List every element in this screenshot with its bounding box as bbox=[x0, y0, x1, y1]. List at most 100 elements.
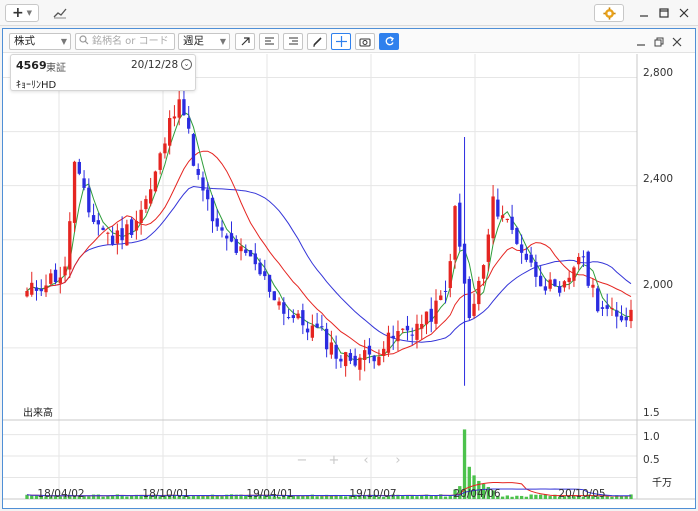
maximize-window-button[interactable] bbox=[655, 4, 673, 22]
symbol-code: 4569 bbox=[16, 59, 47, 72]
market-select[interactable]: 株式 ▼ bbox=[9, 33, 71, 50]
trendline-tool-button[interactable] bbox=[235, 33, 255, 50]
volume-unit-label: 千万 bbox=[652, 478, 672, 489]
draw-tool-button[interactable] bbox=[307, 33, 327, 50]
date-tick-label: 20/10/05 bbox=[558, 488, 606, 500]
candle-body bbox=[619, 315, 624, 321]
candle-body bbox=[353, 355, 357, 366]
candle-body bbox=[191, 134, 196, 166]
candle-body bbox=[577, 256, 581, 265]
period-select[interactable]: 週足 ▼ bbox=[178, 33, 230, 50]
candle-body bbox=[44, 285, 48, 293]
volume-tick-label: 1.0 bbox=[643, 431, 660, 443]
settings-button[interactable] bbox=[594, 4, 624, 22]
candle-body bbox=[505, 218, 510, 220]
candle-body bbox=[363, 350, 367, 360]
candle-body bbox=[96, 220, 101, 225]
candlesticks bbox=[25, 72, 633, 386]
volume-bar bbox=[629, 494, 633, 499]
align-left-tool-button[interactable] bbox=[259, 33, 279, 50]
candle-body bbox=[77, 161, 81, 174]
symbol-exchange: 東証 bbox=[46, 63, 66, 74]
candle-body bbox=[305, 328, 310, 333]
chevron-down-icon: ▼ bbox=[60, 37, 67, 46]
align-right-tool-button[interactable] bbox=[283, 33, 303, 50]
panel-minimize-button[interactable] bbox=[634, 35, 648, 49]
candle-body bbox=[458, 202, 462, 247]
candle-body bbox=[272, 291, 276, 301]
symbol-search-input[interactable]: 銘柄名 or コード bbox=[75, 33, 175, 50]
candle-body bbox=[629, 309, 633, 322]
candle-body bbox=[334, 344, 338, 359]
candle-body bbox=[372, 355, 376, 362]
screenshot-button[interactable] bbox=[355, 33, 375, 50]
candle-body bbox=[30, 282, 34, 295]
align-right-icon bbox=[288, 37, 298, 45]
volume-bar bbox=[320, 496, 324, 499]
candle-body bbox=[282, 302, 286, 314]
candle-body bbox=[329, 342, 334, 355]
candle-body bbox=[144, 199, 148, 210]
scroll-right-button[interactable]: › bbox=[390, 453, 406, 469]
crosshair-tool-button[interactable] bbox=[331, 33, 351, 50]
ma-long-line bbox=[26, 185, 632, 343]
candle-body bbox=[315, 323, 319, 328]
price-chart[interactable] bbox=[3, 54, 695, 509]
chevron-down-icon: ▼ bbox=[219, 37, 226, 46]
volume-bar bbox=[529, 494, 533, 499]
zoom-in-button[interactable]: + bbox=[326, 453, 342, 469]
candle-body bbox=[39, 288, 43, 292]
candle-body bbox=[72, 161, 77, 223]
chart-line-icon[interactable] bbox=[50, 4, 70, 22]
candle-body bbox=[324, 328, 329, 350]
panel-close-button[interactable] bbox=[670, 35, 684, 49]
candle-body bbox=[229, 233, 234, 242]
volume-bar bbox=[534, 494, 538, 499]
chevron-down-icon: ▼ bbox=[26, 9, 33, 17]
candle-body bbox=[163, 143, 167, 154]
close-window-button[interactable] bbox=[675, 4, 693, 22]
search-placeholder: 銘柄名 or コード bbox=[92, 36, 169, 47]
candle-body bbox=[477, 280, 481, 305]
camera-icon bbox=[359, 38, 371, 46]
candle-body bbox=[101, 227, 105, 230]
candle-body bbox=[25, 291, 29, 297]
candle-body bbox=[182, 99, 186, 116]
candle-body bbox=[87, 187, 91, 213]
candle-body bbox=[557, 286, 562, 293]
candle-body bbox=[49, 273, 53, 284]
candle-body bbox=[562, 281, 567, 288]
candle-body bbox=[129, 219, 134, 235]
volume-bar bbox=[519, 495, 524, 499]
volume-bar bbox=[538, 494, 543, 499]
period-select-value: 週足 bbox=[183, 35, 204, 47]
candle-body bbox=[220, 227, 224, 231]
candle-body bbox=[467, 278, 471, 318]
candle-body bbox=[53, 269, 58, 283]
refresh-icon bbox=[385, 36, 394, 46]
panel-restore-button[interactable] bbox=[652, 35, 666, 49]
price-tick-label: 2,000 bbox=[643, 279, 674, 291]
volume-pane-label: 出来高 bbox=[23, 408, 53, 419]
refresh-button[interactable] bbox=[379, 33, 399, 50]
volume-bar bbox=[524, 496, 529, 499]
chevron-down-icon[interactable]: ⌄ bbox=[181, 59, 192, 70]
candle-body bbox=[424, 311, 429, 325]
candle-body bbox=[177, 99, 181, 118]
volume-bar bbox=[515, 495, 519, 499]
minimize-window-button[interactable] bbox=[635, 4, 653, 22]
candle-body bbox=[320, 326, 324, 328]
candle-body bbox=[610, 308, 614, 310]
add-chart-button[interactable]: + ▼ bbox=[5, 4, 39, 22]
zoom-out-button[interactable]: − bbox=[294, 453, 310, 469]
candle-body bbox=[429, 308, 433, 322]
candle-body bbox=[343, 352, 348, 367]
scroll-left-button[interactable]: ‹ bbox=[358, 453, 374, 469]
candle-body bbox=[600, 307, 605, 309]
candle-body bbox=[248, 250, 253, 257]
volume-tick-label: 0.5 bbox=[643, 454, 660, 466]
candle-body bbox=[263, 271, 267, 277]
chart-panel: 株式 ▼ 銘柄名 or コード 週足 ▼ 4569 東証 20/12/28 ⌄ … bbox=[2, 28, 696, 509]
candle-body bbox=[462, 243, 467, 284]
candle-body bbox=[472, 303, 476, 316]
